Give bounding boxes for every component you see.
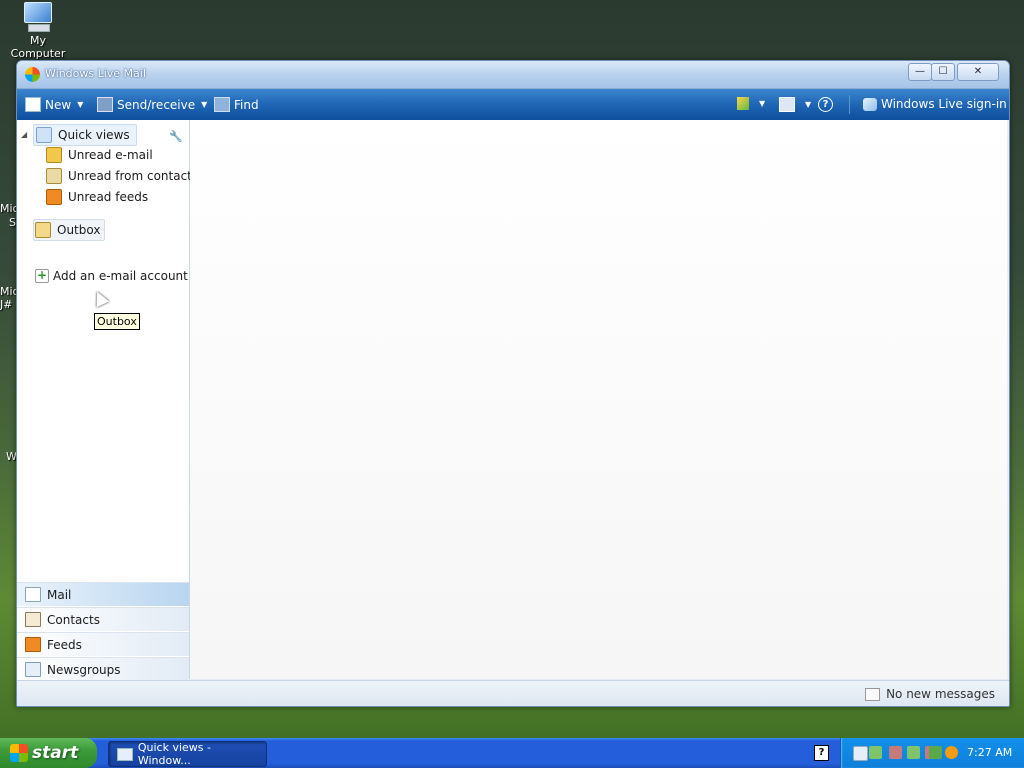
add-account-label: Add an e-mail account xyxy=(53,269,188,283)
folder-outbox[interactable]: Outbox xyxy=(33,219,106,241)
connection-error-icon[interactable] xyxy=(889,746,902,759)
chevron-down-icon[interactable]: ▼ xyxy=(77,100,83,109)
windows-live-signin-button[interactable]: Windows Live sign-in xyxy=(863,97,1007,111)
security-icon[interactable] xyxy=(929,746,942,759)
windows-live-logo-icon xyxy=(25,67,40,82)
nav-button-contacts[interactable]: Contacts xyxy=(17,607,189,631)
taskbar: start Quick views - Window... ? 7:27 AM xyxy=(0,738,1024,768)
nav-button-feeds[interactable]: Feeds xyxy=(17,632,189,656)
wrench-icon[interactable]: 🔧 xyxy=(169,130,183,143)
outbox-label: Outbox xyxy=(57,223,101,237)
quick-view-label: Unread feeds xyxy=(68,190,149,204)
help-icon: ? xyxy=(818,97,833,112)
window-title: Windows Live Mail xyxy=(45,67,146,80)
find-label: Find xyxy=(234,97,259,112)
nav-button-label: Contacts xyxy=(47,612,100,627)
new-button[interactable]: New ▼ xyxy=(25,97,83,112)
quick-view-label: Unread from contacts xyxy=(68,169,199,183)
my-computer-icon xyxy=(22,2,54,32)
desktop-edge-label: J# xyxy=(0,298,13,311)
windows-live-signin-icon xyxy=(863,97,877,111)
envelope-icon xyxy=(865,687,881,701)
help-button[interactable]: ? xyxy=(818,97,833,112)
status-bar: No new messages xyxy=(17,680,1009,706)
close-button[interactable]: ✕ xyxy=(957,63,999,81)
system-tray: 7:27 AM xyxy=(840,738,1024,768)
mail-icon xyxy=(25,587,41,602)
start-button[interactable]: start xyxy=(0,738,97,768)
quick-view-unread-email[interactable]: Unread e-mail xyxy=(46,145,153,165)
send-receive-icon xyxy=(97,97,113,112)
mouse-pointer-icon xyxy=(90,288,110,308)
my-computer-desktop-icon[interactable]: My Computer xyxy=(4,2,72,60)
network-icon[interactable] xyxy=(853,746,868,761)
windows-flag-icon xyxy=(10,744,28,762)
task-label: Quick views - Window... xyxy=(137,741,211,767)
message-content-pane xyxy=(190,120,1007,679)
nav-button-label: Feeds xyxy=(47,637,82,652)
contacts-icon xyxy=(25,612,41,627)
desktop-edge-label: S xyxy=(9,216,16,229)
color-picker-button[interactable]: ▼ xyxy=(737,97,765,110)
chevron-down-icon[interactable]: ▼ xyxy=(201,100,207,109)
quick-view-unread-feeds[interactable]: Unread feeds xyxy=(46,187,148,207)
chevron-down-icon: ▼ xyxy=(759,99,766,108)
connection-icon[interactable] xyxy=(869,746,882,759)
search-icon[interactable] xyxy=(945,746,958,759)
quick-view-unread-contacts[interactable]: Unread from contacts xyxy=(46,166,198,186)
my-computer-label: My Computer xyxy=(10,34,66,60)
help-tray-icon[interactable]: ? xyxy=(814,745,829,761)
quick-view-label: Unread e-mail xyxy=(68,148,153,162)
chevron-down-icon: ▼ xyxy=(805,100,812,109)
send-receive-button[interactable]: Send/receive ▼ xyxy=(97,97,207,112)
outbox-icon xyxy=(35,222,51,238)
quick-views-icon xyxy=(36,127,52,143)
paintbrush-icon xyxy=(737,97,749,110)
toolbar-separator xyxy=(849,95,850,114)
nav-button-mail[interactable]: Mail xyxy=(17,582,189,606)
new-message-icon xyxy=(25,97,41,112)
minimize-button[interactable]: — xyxy=(908,63,932,81)
send-receive-label: Send/receive xyxy=(117,97,196,112)
unread-feeds-icon xyxy=(46,189,62,205)
nav-button-newsgroups[interactable]: Newsgroups xyxy=(17,657,189,681)
add-account-icon: + xyxy=(35,268,49,283)
add-email-account-link[interactable]: + Add an e-mail account xyxy=(35,266,188,286)
menu-icon xyxy=(779,97,795,112)
menu-button[interactable]: ▼ xyxy=(779,97,811,112)
clock[interactable]: 7:27 AM xyxy=(967,746,1012,759)
taskbar-task-windows-live-mail[interactable]: Quick views - Window... xyxy=(108,741,267,767)
collapse-triangle-icon[interactable]: ◢ xyxy=(21,130,27,139)
feeds-icon xyxy=(25,637,41,652)
navigation-buttons: Mail Contacts Feeds Newsgroups xyxy=(17,582,189,682)
find-button[interactable]: Find xyxy=(214,97,259,112)
connection-icon[interactable] xyxy=(907,746,920,759)
find-icon xyxy=(214,97,230,112)
nav-button-label: Mail xyxy=(47,587,72,602)
start-label: start xyxy=(32,743,79,763)
windows-live-mail-window: Windows Live Mail — ☐ ✕ New ▼ Send/recei… xyxy=(16,60,1010,707)
new-label: New xyxy=(45,97,72,112)
status-message: No new messages xyxy=(865,687,995,701)
quick-views-label: Quick views xyxy=(58,128,130,142)
mail-window-icon xyxy=(117,747,133,761)
signin-label: Windows Live sign-in xyxy=(881,97,1007,111)
unread-contacts-icon xyxy=(46,168,62,184)
unread-email-icon xyxy=(46,147,62,163)
maximize-button[interactable]: ☐ xyxy=(931,63,955,81)
newsgroups-icon xyxy=(25,662,41,677)
quick-views-header[interactable]: Quick views xyxy=(33,124,137,146)
title-bar[interactable]: Windows Live Mail — ☐ ✕ xyxy=(17,61,1009,89)
status-text: No new messages xyxy=(886,687,995,701)
toolbar: New ▼ Send/receive ▼ Find ▼ ▼ ? Windows … xyxy=(17,89,1009,120)
outbox-tooltip: Outbox xyxy=(94,313,140,330)
nav-button-label: Newsgroups xyxy=(47,662,121,677)
